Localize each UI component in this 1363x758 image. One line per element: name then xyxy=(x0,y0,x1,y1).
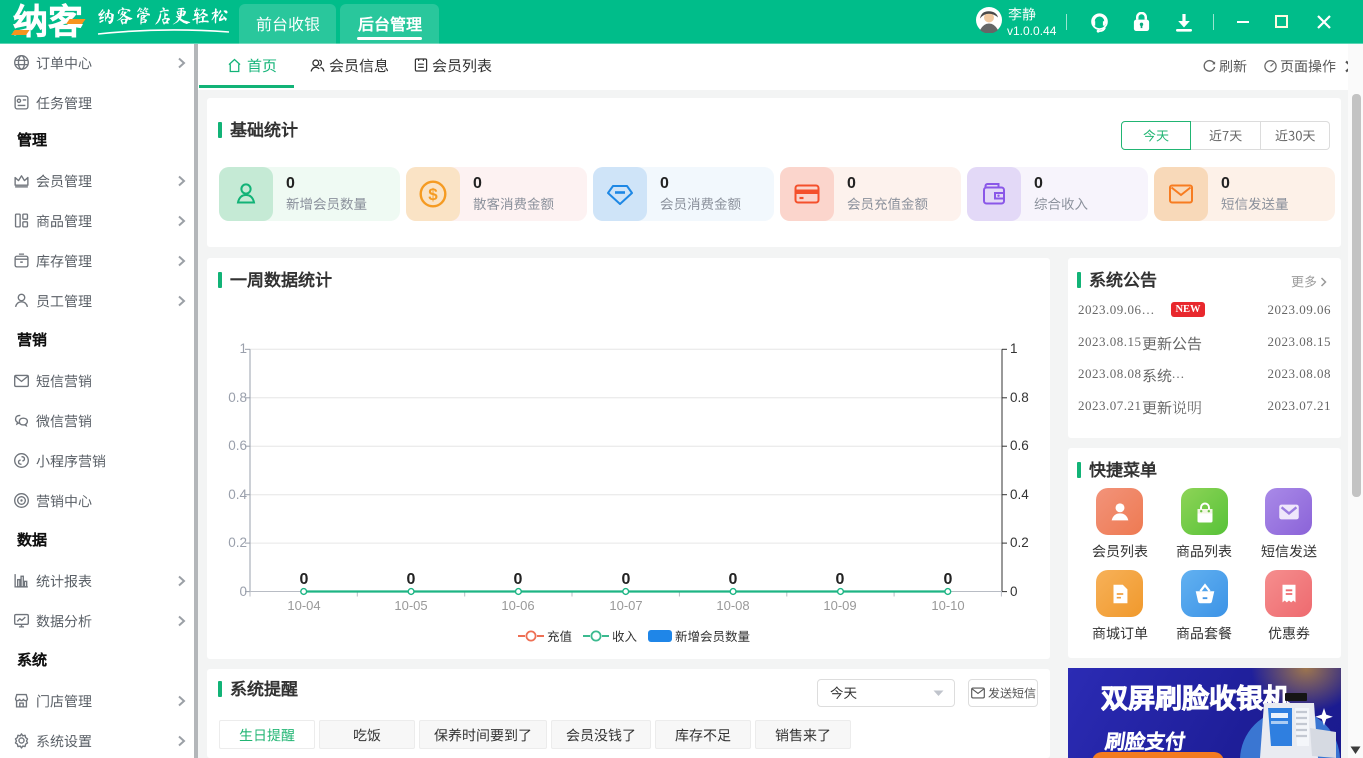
svg-text:$: $ xyxy=(428,185,438,204)
